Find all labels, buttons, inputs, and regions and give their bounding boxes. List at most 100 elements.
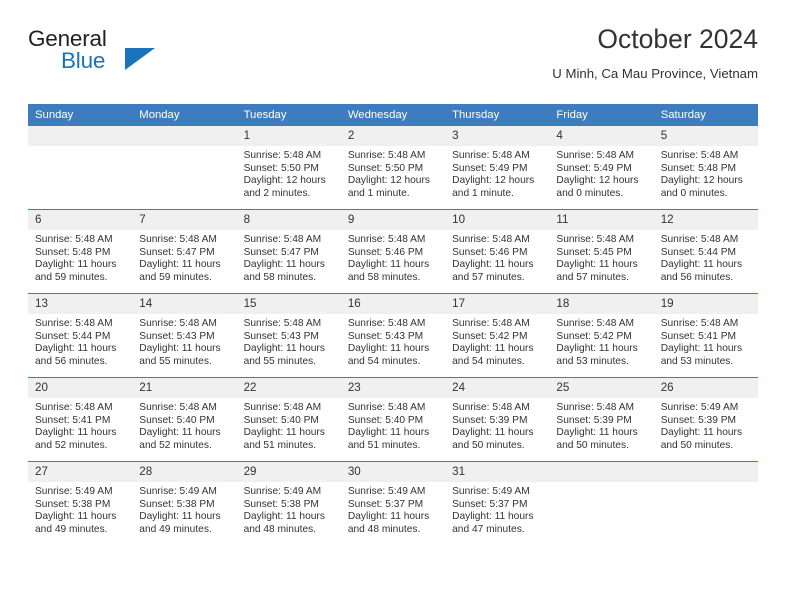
day-number: 28: [132, 462, 237, 482]
calendar-day-cell[interactable]: 26 Sunrise: 5:49 AM Sunset: 5:39 PM Dayligh…: [653, 377, 758, 462]
sunrise-text: Sunrise: 5:48 AM: [35, 318, 113, 329]
sunset-text: Sunset: 5:44 PM: [660, 246, 737, 258]
sunrise-text: Sunrise: 5:48 AM: [243, 318, 322, 329]
daylight-text: Daylight: 11 hours and 50 minutes.: [556, 427, 638, 451]
calendar-week-row: 27 Sunrise: 5:49 AM Sunset: 5:38 PM Dayligh…: [28, 461, 758, 545]
daylight-text: Daylight: 11 hours and 55 minutes.: [243, 343, 325, 367]
calendar-header-row: Sunday Monday Tuesday Wednesday Thursday…: [28, 104, 758, 126]
calendar-day-cell[interactable]: 20 Sunrise: 5:48 AM Sunset: 5:41 PM Dayligh…: [28, 377, 133, 462]
day-number: 5: [653, 126, 758, 146]
calendar-day-cell[interactable]: 10 Sunrise: 5:48 AM Sunset: 5:46 PM Dayligh…: [445, 209, 550, 294]
calendar-day-cell[interactable]: 24 Sunrise: 5:48 AM Sunset: 5:39 PM Dayligh…: [445, 377, 550, 462]
calendar-day-cell[interactable]: 27 Sunrise: 5:49 AM Sunset: 5:38 PM Dayligh…: [28, 461, 133, 545]
sunrise-text: Sunrise: 5:48 AM: [556, 150, 634, 161]
daylight-text: Daylight: 11 hours and 54 minutes.: [452, 343, 534, 367]
day-number: 8: [236, 210, 341, 230]
daylight-text: Daylight: 11 hours and 56 minutes.: [660, 259, 743, 283]
calendar-day-cell[interactable]: 1 Sunrise: 5:48 AM Sunset: 5:50 PM Daylight…: [236, 126, 341, 210]
calendar-day-cell[interactable]: 22 Sunrise: 5:48 AM Sunset: 5:40 PM Dayligh…: [236, 377, 341, 462]
sunset-text: Sunset: 5:43 PM: [243, 330, 319, 342]
day-number: 25: [549, 378, 654, 398]
sunset-text: Sunset: 5:50 PM: [243, 162, 319, 174]
calendar-day-cell[interactable]: 14 Sunrise: 5:48 AM Sunset: 5:43 PM Dayligh…: [132, 293, 237, 378]
day-sun-info: Sunrise: 5:48 AM Sunset: 5:42 PM Daylight:…: [549, 314, 653, 368]
calendar-day-cell[interactable]: 8 Sunrise: 5:48 AM Sunset: 5:47 PM Daylight…: [236, 209, 341, 294]
daylight-text: Daylight: 11 hours and 52 minutes.: [139, 427, 221, 451]
calendar-day-cell[interactable]: 9 Sunrise: 5:48 AM Sunset: 5:46 PM Daylight…: [340, 209, 446, 294]
sunrise-text: Sunrise: 5:48 AM: [452, 402, 530, 413]
sunrise-text: Sunrise: 5:48 AM: [660, 234, 739, 245]
weekday-header-sunday: Sunday: [28, 104, 133, 126]
day-number: 7: [132, 210, 237, 230]
calendar-day-cell[interactable]: 3 Sunrise: 5:48 AM Sunset: 5:49 PM Daylight…: [445, 126, 550, 210]
day-number: 13: [28, 294, 133, 314]
weekday-header-wednesday: Wednesday: [340, 104, 446, 126]
day-number: 19: [653, 294, 758, 314]
page-header: General Blue October 2024 U Minh, Ca Mau…: [28, 24, 758, 94]
day-sun-info: Sunrise: 5:48 AM Sunset: 5:40 PM Daylight:…: [237, 398, 341, 452]
calendar-day-cell[interactable]: 25 Sunrise: 5:48 AM Sunset: 5:39 PM Dayligh…: [549, 377, 654, 462]
sunset-text: Sunset: 5:46 PM: [452, 246, 528, 258]
day-sun-info: Sunrise: 5:48 AM Sunset: 5:39 PM Daylight:…: [445, 398, 549, 452]
day-number: 31: [445, 462, 550, 482]
calendar-week-row: 13 Sunrise: 5:48 AM Sunset: 5:44 PM Dayligh…: [28, 293, 758, 378]
daylight-text: Daylight: 11 hours and 50 minutes.: [452, 427, 534, 451]
sunrise-text: Sunrise: 5:48 AM: [139, 402, 217, 413]
daylight-text: Daylight: 11 hours and 49 minutes.: [139, 511, 221, 535]
day-sun-info: Sunrise: 5:48 AM Sunset: 5:45 PM Daylight:…: [549, 230, 653, 284]
calendar-day-cell[interactable]: 23 Sunrise: 5:48 AM Sunset: 5:40 PM Dayligh…: [340, 377, 446, 462]
calendar-day-cell[interactable]: 6 Sunrise: 5:48 AM Sunset: 5:48 PM Daylight…: [28, 209, 133, 294]
calendar-page: General Blue October 2024 U Minh, Ca Mau…: [0, 0, 792, 612]
calendar-body: 1 Sunrise: 5:48 AM Sunset: 5:50 PM Daylight…: [28, 126, 758, 545]
day-sun-info: Sunrise: 5:48 AM Sunset: 5:43 PM Daylight:…: [341, 314, 445, 368]
daylight-text: Daylight: 11 hours and 54 minutes.: [347, 343, 430, 367]
calendar-day-cell[interactable]: 21 Sunrise: 5:48 AM Sunset: 5:40 PM Dayligh…: [132, 377, 237, 462]
day-sun-info: Sunrise: 5:48 AM Sunset: 5:50 PM Daylight:…: [341, 146, 445, 200]
calendar-day-cell[interactable]: 17 Sunrise: 5:48 AM Sunset: 5:42 PM Dayligh…: [445, 293, 550, 378]
calendar-day-cell[interactable]: 13 Sunrise: 5:48 AM Sunset: 5:44 PM Dayligh…: [28, 293, 133, 378]
brand-logo[interactable]: General Blue: [28, 26, 248, 88]
day-number: 2: [340, 126, 446, 146]
calendar-day-cell[interactable]: 29 Sunrise: 5:49 AM Sunset: 5:38 PM Dayligh…: [236, 461, 341, 545]
calendar-day-cell-empty: [549, 461, 654, 545]
day-number: 15: [236, 294, 341, 314]
day-number: 4: [549, 126, 654, 146]
sunset-text: Sunset: 5:42 PM: [452, 330, 528, 342]
calendar-day-cell[interactable]: 19 Sunrise: 5:48 AM Sunset: 5:41 PM Dayligh…: [653, 293, 758, 378]
sunset-text: Sunset: 5:37 PM: [452, 498, 528, 510]
calendar-day-cell[interactable]: 5 Sunrise: 5:48 AM Sunset: 5:48 PM Daylight…: [653, 126, 758, 210]
sunrise-text: Sunrise: 5:48 AM: [243, 234, 322, 245]
sunrise-text: Sunrise: 5:49 AM: [347, 486, 426, 497]
calendar-day-cell[interactable]: 2 Sunrise: 5:48 AM Sunset: 5:50 PM Daylight…: [340, 126, 446, 210]
day-sun-info: Sunrise: 5:48 AM Sunset: 5:47 PM Daylight:…: [132, 230, 236, 284]
day-number: 10: [445, 210, 550, 230]
sunrise-text: Sunrise: 5:48 AM: [139, 318, 217, 329]
daylight-text: Daylight: 11 hours and 59 minutes.: [35, 259, 117, 283]
calendar-day-cell[interactable]: 31 Sunrise: 5:49 AM Sunset: 5:37 PM Dayligh…: [445, 461, 550, 545]
calendar-day-cell[interactable]: 30 Sunrise: 5:49 AM Sunset: 5:37 PM Dayligh…: [340, 461, 446, 545]
sunset-text: Sunset: 5:41 PM: [660, 330, 737, 342]
calendar-day-cell[interactable]: 11 Sunrise: 5:48 AM Sunset: 5:45 PM Dayligh…: [549, 209, 654, 294]
daylight-text: Daylight: 11 hours and 51 minutes.: [347, 427, 430, 451]
page-title: October 2024: [597, 24, 758, 54]
sunrise-text: Sunrise: 5:48 AM: [452, 150, 530, 161]
sunset-text: Sunset: 5:40 PM: [139, 414, 215, 426]
daylight-text: Daylight: 12 hours and 1 minute.: [452, 175, 535, 199]
day-sun-info: Sunrise: 5:48 AM Sunset: 5:50 PM Daylight:…: [237, 146, 341, 200]
calendar-day-cell[interactable]: 4 Sunrise: 5:48 AM Sunset: 5:49 PM Daylight…: [549, 126, 654, 210]
daylight-text: Daylight: 12 hours and 0 minutes.: [660, 175, 743, 199]
calendar-day-cell[interactable]: 7 Sunrise: 5:48 AM Sunset: 5:47 PM Daylight…: [132, 209, 237, 294]
calendar-day-cell[interactable]: 18 Sunrise: 5:48 AM Sunset: 5:42 PM Dayligh…: [549, 293, 654, 378]
daylight-text: Daylight: 11 hours and 56 minutes.: [35, 343, 117, 367]
calendar-day-cell[interactable]: 28 Sunrise: 5:49 AM Sunset: 5:38 PM Dayligh…: [132, 461, 237, 545]
calendar-week-row: 6 Sunrise: 5:48 AM Sunset: 5:48 PM Daylight…: [28, 209, 758, 294]
daylight-text: Daylight: 11 hours and 57 minutes.: [452, 259, 534, 283]
sunrise-text: Sunrise: 5:48 AM: [556, 234, 634, 245]
calendar-day-cell[interactable]: 15 Sunrise: 5:48 AM Sunset: 5:43 PM Dayligh…: [236, 293, 341, 378]
calendar-day-cell[interactable]: 16 Sunrise: 5:48 AM Sunset: 5:43 PM Dayligh…: [340, 293, 446, 378]
calendar-day-cell[interactable]: 12 Sunrise: 5:48 AM Sunset: 5:44 PM Dayligh…: [653, 209, 758, 294]
day-sun-info: Sunrise: 5:48 AM Sunset: 5:40 PM Daylight:…: [341, 398, 445, 452]
day-sun-info: Sunrise: 5:48 AM Sunset: 5:48 PM Daylight:…: [654, 146, 758, 200]
sunset-text: Sunset: 5:45 PM: [556, 246, 632, 258]
day-sun-info: Sunrise: 5:49 AM Sunset: 5:39 PM Daylight:…: [654, 398, 758, 452]
